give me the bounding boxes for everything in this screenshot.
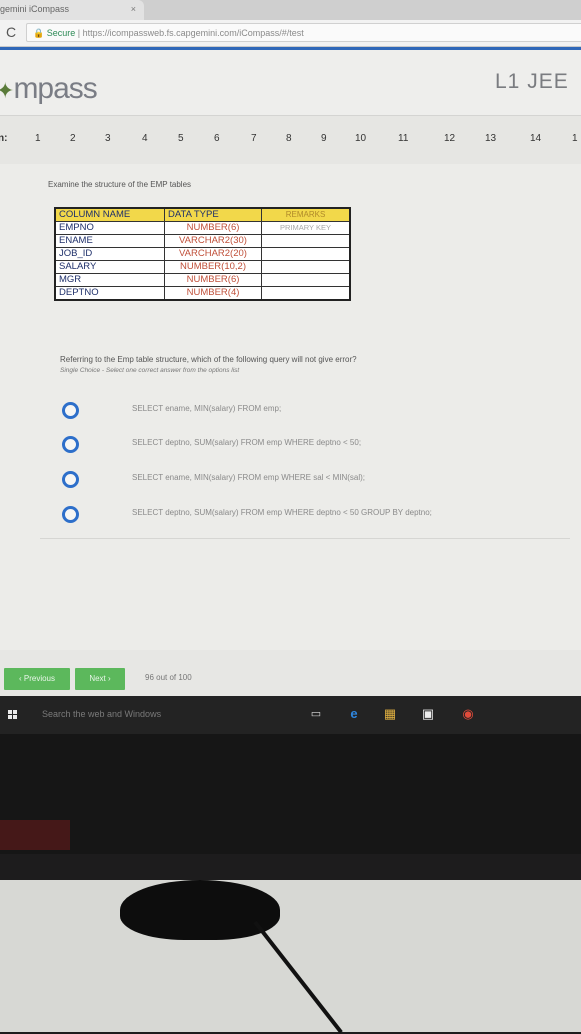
question-number[interactable]: 5 [178, 133, 184, 144]
monitor-stand [120, 880, 280, 940]
option-label: SELECT ename, MIN(salary) FROM emp WHERE… [132, 473, 366, 482]
answer-option[interactable]: SELECT deptno, SUM(salary) FROM emp WHER… [62, 505, 572, 525]
monitor-bezel [0, 734, 581, 854]
option-label: SELECT deptno, SUM(salary) FROM emp WHER… [132, 508, 432, 517]
address-bar: C 🔒 Secure | https://icompassweb.fs.capg… [0, 20, 581, 47]
question-number[interactable]: 1 [572, 133, 578, 144]
table-row: EMPNO NUMBER(6) PRIMARY KEY [54, 221, 351, 235]
desk-surface [0, 880, 581, 1032]
table-cell: VARCHAR2(30) [164, 234, 262, 248]
table-header-row: COLUMN NAME DATA TYPE REMARKS [54, 207, 351, 222]
app-logo: ✦mpass [0, 72, 98, 106]
table-cell: VARCHAR2(20) [164, 247, 262, 261]
question-footer: ‹ Previous Next › 96 out of 100 [0, 650, 581, 696]
radio-button[interactable] [62, 402, 79, 419]
monitor-reflection [0, 820, 70, 850]
question-number[interactable]: 4 [142, 133, 148, 144]
question-text: Referring to the Emp table structure, wh… [60, 355, 357, 364]
question-hint: Single Choice - Select one correct answe… [60, 367, 240, 374]
test-level: L1 JEE [495, 70, 569, 93]
tab-title: gemini iCompass [0, 4, 70, 14]
table-row: ENAME VARCHAR2(30) [54, 234, 351, 248]
windows-taskbar: Search the web and Windows ▭ e ▦ ▣ ◉ [0, 696, 581, 734]
table-cell: EMPNO [54, 221, 165, 235]
question-number[interactable]: 2 [70, 133, 76, 144]
question-number[interactable]: 11 [398, 133, 408, 144]
windows-start-icon[interactable] [8, 710, 18, 720]
table-cell [261, 247, 351, 261]
table-cell: SALARY [54, 260, 165, 274]
question-number[interactable]: 8 [286, 133, 292, 144]
monitor-screen: gemini iCompass × C 🔒 Secure | https://i… [0, 0, 581, 700]
question-number[interactable]: 14 [530, 133, 541, 144]
edge-browser-icon[interactable]: e [346, 706, 362, 722]
url-input[interactable]: 🔒 Secure | https://icompassweb.fs.capgem… [26, 23, 581, 42]
browser-tab-strip: gemini iCompass × [0, 0, 581, 20]
file-explorer-icon[interactable]: ▦ [382, 706, 398, 722]
task-view-icon[interactable]: ▭ [308, 706, 324, 722]
answer-option[interactable]: SELECT ename, MIN(salary) FROM emp; [62, 401, 572, 421]
question-nav-label: n: [0, 133, 8, 144]
previous-button[interactable]: ‹ Previous [4, 668, 70, 690]
table-cell: NUMBER(6) [164, 221, 262, 235]
table-cell [261, 273, 351, 287]
table-row: JOB_ID VARCHAR2(20) [54, 247, 351, 261]
table-cell: NUMBER(10,2) [164, 260, 262, 274]
progress-text: 96 out of 100 [145, 673, 192, 682]
app-header: ✦mpass L1 JEE [0, 50, 581, 115]
radio-button[interactable] [62, 471, 79, 488]
question-number[interactable]: 9 [321, 133, 327, 144]
table-cell [261, 286, 351, 301]
answer-option[interactable]: SELECT ename, MIN(salary) FROM emp WHERE… [62, 470, 572, 490]
table-cell: JOB_ID [54, 247, 165, 261]
reload-icon[interactable]: C [6, 24, 16, 40]
question-number[interactable]: 3 [105, 133, 111, 144]
option-label: SELECT deptno, SUM(salary) FROM emp WHER… [132, 438, 362, 447]
table-cell [261, 260, 351, 274]
content-divider [40, 538, 570, 539]
answer-option[interactable]: SELECT deptno, SUM(salary) FROM emp WHER… [62, 435, 572, 455]
question-navigator: n: 1 2 3 4 5 6 7 8 9 10 11 12 13 14 1 [0, 115, 581, 165]
question-number[interactable]: 12 [444, 133, 455, 144]
table-cell: MGR [54, 273, 165, 287]
tab-close-icon[interactable]: × [131, 0, 136, 18]
browser-tab[interactable]: gemini iCompass × [0, 0, 144, 20]
table-cell: NUMBER(4) [164, 286, 262, 301]
radio-button[interactable] [62, 506, 79, 523]
emp-structure-table: COLUMN NAME DATA TYPE REMARKS EMPNO NUMB… [54, 207, 351, 301]
table-row: DEPTNO NUMBER(4) [54, 286, 351, 301]
table-header: DATA TYPE [164, 207, 262, 222]
next-button[interactable]: Next › [75, 668, 125, 690]
table-header: COLUMN NAME [54, 207, 165, 222]
question-prompt: Examine the structure of the EMP tables [48, 180, 192, 189]
question-number[interactable]: 10 [355, 133, 366, 144]
table-cell: ENAME [54, 234, 165, 248]
table-row: MGR NUMBER(6) [54, 273, 351, 287]
url-text: https://icompassweb.fs.capgemini.com/iCo… [82, 28, 304, 38]
taskbar-search-input[interactable]: Search the web and Windows [42, 709, 161, 719]
table-header: REMARKS [261, 207, 351, 222]
table-cell: NUMBER(6) [164, 273, 262, 287]
table-cell: PRIMARY KEY [261, 221, 351, 235]
option-label: SELECT ename, MIN(salary) FROM emp; [132, 404, 282, 413]
question-number[interactable]: 6 [214, 133, 220, 144]
table-cell: DEPTNO [54, 286, 165, 301]
question-panel: Examine the structure of the EMP tables … [0, 164, 581, 650]
chrome-icon[interactable]: ◉ [460, 706, 476, 722]
table-row: SALARY NUMBER(10,2) [54, 260, 351, 274]
question-number[interactable]: 13 [485, 133, 496, 144]
store-icon[interactable]: ▣ [420, 706, 436, 722]
logo-text: mpass [13, 72, 97, 105]
table-cell [261, 234, 351, 248]
question-number[interactable]: 7 [251, 133, 257, 144]
logo-mark-icon: ✦ [0, 78, 14, 103]
lock-icon: 🔒 [33, 28, 45, 38]
question-number[interactable]: 1 [35, 133, 41, 144]
radio-button[interactable] [62, 436, 79, 453]
secure-label: Secure [46, 28, 76, 38]
